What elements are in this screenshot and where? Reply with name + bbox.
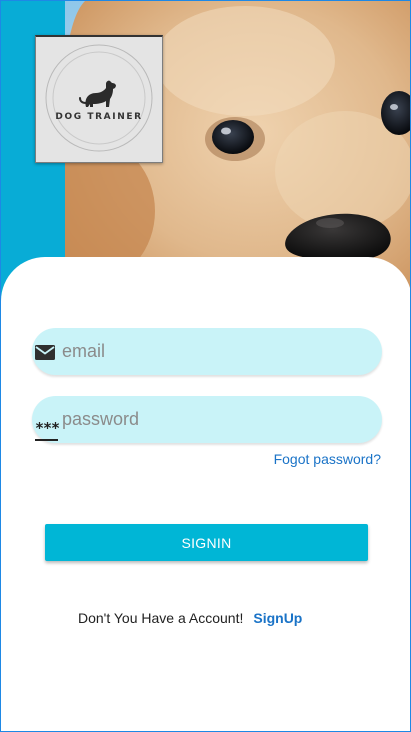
password-input[interactable] [62, 396, 372, 443]
email-input[interactable] [62, 328, 372, 375]
login-screen: DOG TRAINER *** Fogot password? SIGNIN D… [0, 0, 411, 732]
password-field[interactable]: *** [32, 396, 382, 443]
signup-row: Don't You Have a Account! SignUp [78, 610, 302, 626]
signin-button[interactable]: SIGNIN [45, 524, 368, 561]
login-form-card: *** Fogot password? SIGNIN Don't You Hav… [1, 257, 410, 731]
dog-silhouette-icon [45, 44, 153, 152]
envelope-icon [35, 345, 55, 360]
signup-link[interactable]: SignUp [253, 610, 302, 626]
password-icon: *** [34, 409, 60, 441]
header-banner: DOG TRAINER [1, 1, 410, 301]
forgot-password-link[interactable]: Fogot password? [274, 451, 381, 467]
email-field[interactable] [32, 328, 382, 375]
signup-prompt: Don't You Have a Account! [78, 610, 244, 626]
logo: DOG TRAINER [35, 35, 163, 163]
logo-text: DOG TRAINER [55, 112, 143, 122]
